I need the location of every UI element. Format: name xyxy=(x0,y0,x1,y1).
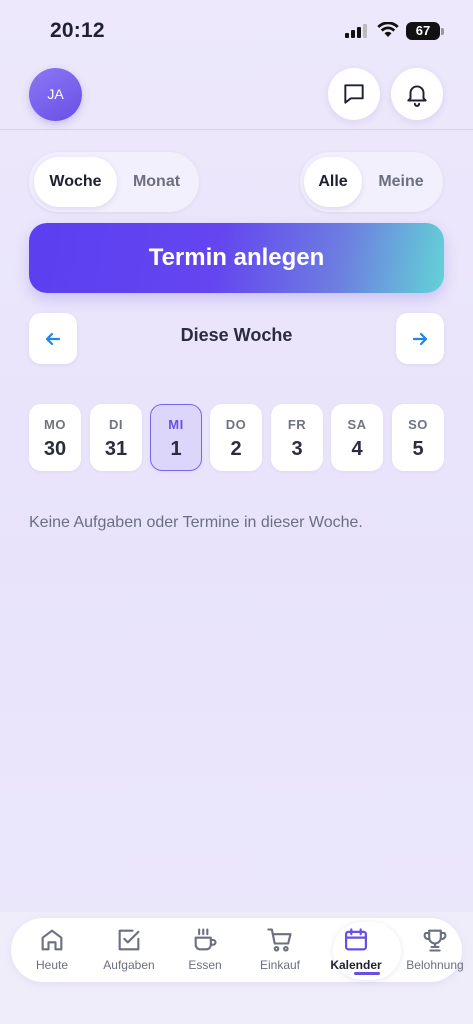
avatar[interactable]: JA xyxy=(29,68,82,121)
day-name: SA xyxy=(347,417,367,432)
create-appointment-button[interactable]: Termin anlegen xyxy=(29,223,444,293)
tab-heute[interactable]: Heute xyxy=(14,926,90,976)
battery-tip xyxy=(441,28,444,35)
tab-label: Aufgaben xyxy=(103,958,155,972)
tab-label: Belohnung xyxy=(406,958,464,972)
previous-week-button[interactable] xyxy=(29,313,77,364)
signal-icon xyxy=(345,24,367,38)
tab-label: Heute xyxy=(35,958,69,972)
tab-aufgaben[interactable]: Aufgaben xyxy=(91,926,167,976)
tab-einkauf[interactable]: Einkauf xyxy=(242,926,318,976)
arrow-left-icon xyxy=(45,332,61,345)
header: JA xyxy=(0,62,473,130)
checkbox-icon xyxy=(118,929,140,951)
status-bar: 20:12 67 xyxy=(0,0,473,62)
trophy-icon xyxy=(423,929,447,952)
tab-essen[interactable]: Essen xyxy=(167,926,243,976)
view-toggle: Woche Monat xyxy=(29,152,199,212)
day-date: 4 xyxy=(351,438,363,460)
tab-kalender[interactable]: Kalender xyxy=(318,926,394,976)
day-mi[interactable]: MI 1 xyxy=(150,404,202,471)
toggle-month[interactable]: Monat xyxy=(119,157,194,207)
week-label: Diese Woche xyxy=(180,325,293,345)
day-strip: MO 30 DI 31 MI 1 DO 2 FR 3 SA 4 SO 5 xyxy=(29,404,444,471)
battery-level: 67 xyxy=(415,23,431,38)
calendar-icon xyxy=(344,928,368,951)
day-so[interactable]: SO 5 xyxy=(392,404,444,471)
day-name: DO xyxy=(225,417,247,432)
day-name: SO xyxy=(408,417,428,432)
bell-icon xyxy=(407,85,427,107)
day-date: 30 xyxy=(43,438,67,460)
day-fr[interactable]: FR 3 xyxy=(271,404,323,471)
toggle-mine[interactable]: Meine xyxy=(366,157,436,207)
battery-icon: 67 xyxy=(406,22,440,40)
toggle-all[interactable]: Alle xyxy=(304,157,362,207)
day-date: 1 xyxy=(170,437,182,460)
wifi-icon xyxy=(377,22,399,37)
day-name: MI xyxy=(168,416,184,432)
day-do[interactable]: DO 2 xyxy=(210,404,262,471)
tab-label: Einkauf xyxy=(259,958,301,972)
tab-belohnung[interactable]: Belohnung xyxy=(397,926,473,976)
tab-bar: Heute Aufgaben Essen Einkauf Kalender Be… xyxy=(0,912,473,1024)
status-time: 20:12 xyxy=(50,19,105,42)
day-mo[interactable]: MO 30 xyxy=(29,404,81,471)
day-di[interactable]: DI 31 xyxy=(90,404,142,471)
day-date: 31 xyxy=(104,438,128,460)
message-icon xyxy=(344,84,364,104)
active-tab-indicator xyxy=(354,972,380,975)
tab-label: Essen xyxy=(188,958,222,972)
filter-toggle: Alle Meine xyxy=(300,152,443,212)
day-date: 2 xyxy=(230,438,242,460)
day-date: 3 xyxy=(291,438,303,460)
day-name: FR xyxy=(287,417,307,432)
tab-bar-pill: Heute Aufgaben Essen Einkauf Kalender Be… xyxy=(11,918,464,982)
home-icon xyxy=(41,929,63,951)
toggle-week[interactable]: Woche xyxy=(34,157,117,207)
day-date: 5 xyxy=(412,438,424,460)
tab-label: Kalender xyxy=(330,958,382,972)
cart-icon xyxy=(267,928,292,952)
arrow-right-icon xyxy=(412,332,428,345)
day-name: MO xyxy=(44,417,66,432)
empty-state-message: Keine Aufgaben oder Termine in dieser Wo… xyxy=(29,514,363,531)
next-week-button[interactable] xyxy=(396,313,444,364)
day-name: DI xyxy=(109,417,123,432)
messages-button[interactable] xyxy=(328,68,380,120)
notifications-button[interactable] xyxy=(391,68,443,120)
day-sa[interactable]: SA 4 xyxy=(331,404,383,471)
cup-icon xyxy=(194,928,217,951)
